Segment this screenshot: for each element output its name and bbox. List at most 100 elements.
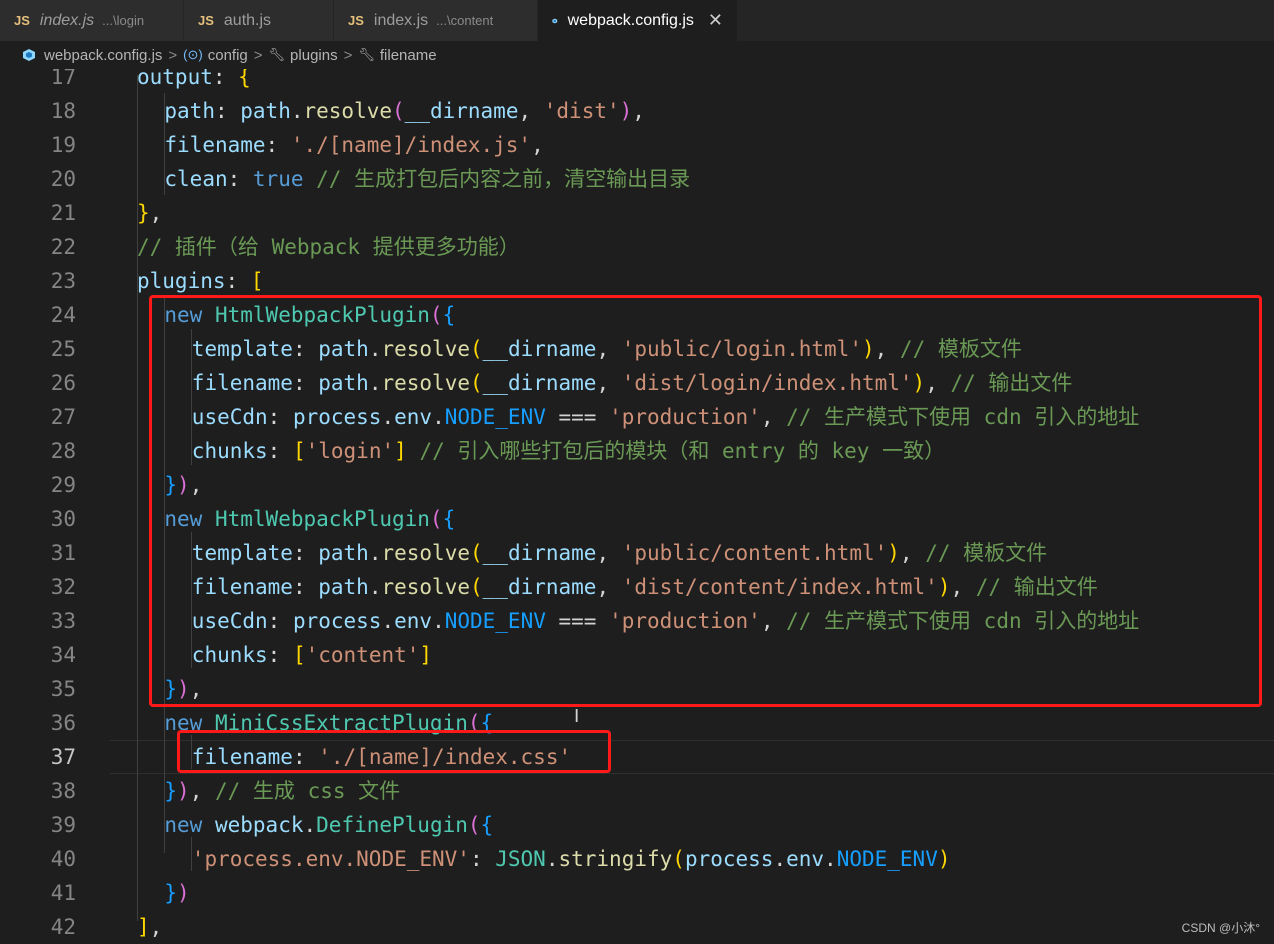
- js-file-icon: JS: [198, 13, 214, 28]
- code-line[interactable]: 39 new webpack.DefinePlugin({: [0, 808, 1274, 842]
- code-token: webpack: [214, 813, 304, 837]
- line-number: 36: [50, 711, 76, 735]
- code-line[interactable]: 18 path: path.resolve(__dirname, 'dist'),: [0, 94, 1274, 128]
- code-token: clean: [164, 167, 228, 191]
- line-number: 21: [50, 201, 76, 225]
- tab-path-hint: ...\content: [436, 13, 494, 28]
- code-text: }): [164, 876, 189, 910]
- code-token: // 插件（给 Webpack 提供更多功能）: [137, 235, 520, 259]
- code-token: ): [937, 847, 951, 871]
- code-token: 'process.env.NODE_ENV': [191, 847, 470, 871]
- breadcrumb-label: config: [207, 46, 248, 64]
- code-line[interactable]: 22 // 插件（给 Webpack 提供更多功能）: [0, 230, 1274, 264]
- code-token: .: [545, 847, 559, 871]
- code-token: process: [684, 847, 774, 871]
- line-number: 32: [50, 575, 76, 599]
- highlight-box-html-plugins: [149, 295, 1262, 707]
- tab-index-js-login[interactable]: JS index.js ...\login: [0, 0, 184, 41]
- line-number: 40: [50, 847, 76, 871]
- line-number: 41: [50, 881, 76, 905]
- code-text: clean: true // 生成打包后内容之前，清空输出目录: [164, 162, 690, 196]
- breadcrumb-filename[interactable]: 🔧︎ filename: [358, 47, 436, 64]
- code-token: .: [773, 847, 787, 871]
- tab-label: index.js: [373, 11, 429, 29]
- code-line[interactable]: 40'process.env.NODE_ENV': JSON.stringify…: [0, 842, 1274, 876]
- js-file-icon: JS: [348, 13, 364, 28]
- line-number: 24: [50, 303, 76, 327]
- close-icon[interactable]: ✕: [708, 10, 723, 31]
- code-token: JSON: [495, 847, 546, 871]
- code-token: ,: [632, 99, 645, 123]
- code-token: :: [227, 167, 253, 191]
- code-token: {: [480, 813, 494, 837]
- line-number: 26: [50, 371, 76, 395]
- code-line[interactable]: 42],: [0, 910, 1274, 944]
- code-token: ,: [531, 133, 544, 157]
- code-token: .: [303, 813, 317, 837]
- tab-label: auth.js: [223, 11, 272, 29]
- code-line[interactable]: 19 filename: './[name]/index.js',: [0, 128, 1274, 162]
- line-number: 22: [50, 235, 76, 259]
- code-line[interactable]: 41}): [0, 876, 1274, 910]
- code-line[interactable]: 23 plugins: [: [0, 264, 1274, 298]
- line-number: 29: [50, 473, 76, 497]
- code-line[interactable]: 17 output: {: [0, 69, 1274, 94]
- code-text: ],: [137, 910, 162, 944]
- code-token: DefinePlugin: [316, 813, 468, 837]
- code-token: (: [467, 813, 481, 837]
- code-token: :: [214, 99, 241, 123]
- code-token: }: [164, 881, 178, 905]
- code-token: :: [469, 847, 496, 871]
- code-token: plugins: [137, 269, 226, 293]
- code-line[interactable]: 38 }), // 生成 css 文件: [0, 774, 1274, 808]
- code-token: }: [137, 201, 150, 225]
- editor-tab-bar: JS index.js ...\login JS auth.js JS inde…: [0, 0, 1274, 41]
- breadcrumb-separator: >: [253, 46, 263, 64]
- tab-webpack-config-js[interactable]: webpack.config.js ✕: [538, 0, 738, 41]
- breadcrumb-file[interactable]: webpack.config.js >: [22, 47, 183, 64]
- breadcrumb-plugins[interactable]: 🔧︎ plugins >: [269, 47, 359, 64]
- line-number: 38: [50, 779, 76, 803]
- code-token: .: [290, 99, 304, 123]
- line-number: 25: [50, 337, 76, 361]
- tab-index-js-content[interactable]: JS index.js ...\content: [334, 0, 538, 41]
- code-text: path: path.resolve(__dirname, 'dist'),: [164, 94, 645, 128]
- breadcrumb: webpack.config.js > (⊙) config > 🔧︎ plug…: [0, 41, 1274, 69]
- wrench-icon: 🔧︎: [268, 47, 286, 62]
- breadcrumb-label: plugins: [290, 46, 338, 64]
- line-number: 20: [50, 167, 76, 191]
- code-token: {: [238, 69, 251, 89]
- code-token: :: [225, 269, 251, 293]
- code-token: // 生成 css 文件: [215, 779, 401, 803]
- line-number: 31: [50, 541, 76, 565]
- code-token: .: [824, 847, 837, 871]
- code-token: :: [212, 69, 239, 89]
- code-token: output: [137, 69, 213, 89]
- code-line[interactable]: 21},: [0, 196, 1274, 230]
- code-editor[interactable]: 17 output: {18 path: path.resolve(__dirnam…: [0, 69, 1274, 944]
- webpack-config-icon: [23, 49, 35, 61]
- code-token: 'dist': [543, 99, 620, 123]
- code-token: (: [392, 99, 405, 123]
- code-token: ]: [137, 915, 150, 939]
- code-token: true: [252, 167, 304, 191]
- watermark: CSDN @小沐°: [1181, 921, 1260, 935]
- code-token: ,: [189, 779, 215, 803]
- code-token: ): [619, 99, 633, 123]
- line-number: 17: [50, 69, 76, 89]
- line-number: 39: [50, 813, 76, 837]
- code-text: },: [137, 196, 162, 230]
- breadcrumb-config[interactable]: (⊙) config >: [183, 47, 268, 64]
- code-token: __dirname: [404, 99, 519, 123]
- breadcrumb-separator: >: [168, 46, 178, 64]
- highlight-box-css-filename: [177, 730, 611, 773]
- code-token: ,: [149, 915, 163, 939]
- code-line[interactable]: 20 clean: true // 生成打包后内容之前，清空输出目录: [0, 162, 1274, 196]
- line-number: 35: [50, 677, 76, 701]
- variable-icon: (⊙): [183, 47, 203, 62]
- wrench-icon: 🔧︎: [358, 47, 375, 62]
- code-text: }), // 生成 css 文件: [164, 774, 400, 808]
- tab-auth-js[interactable]: JS auth.js: [184, 0, 334, 41]
- code-text: // 插件（给 Webpack 提供更多功能）: [137, 230, 520, 264]
